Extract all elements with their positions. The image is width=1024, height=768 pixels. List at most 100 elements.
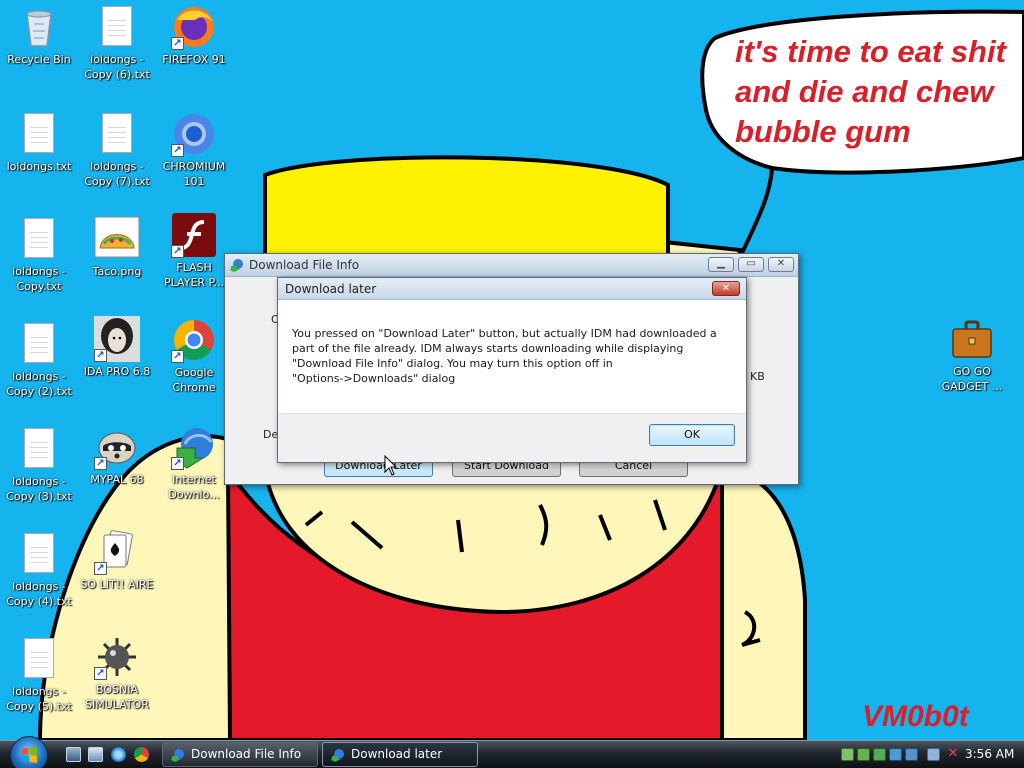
tray-network-icon[interactable] (841, 748, 854, 761)
text-file-icon (16, 636, 62, 682)
text-file-icon (16, 531, 62, 577)
text-file-icon (94, 111, 140, 157)
desktop-icon-label: Recycle Bin (7, 53, 71, 66)
desktop-icon-label: loldongs - Copy.txt (12, 265, 66, 293)
desktop-icon-go-go-gadget[interactable]: GO GO GADGET ... (933, 316, 1011, 394)
desktop-icon-solitaire[interactable]: ↗ SO LIT!! AIRE (78, 529, 156, 592)
character-yellow-hat (263, 155, 670, 257)
taskbar-item-label: Download later (351, 747, 443, 761)
dialog-message-line: "Options->Downloads" dialog (292, 372, 456, 385)
close-button[interactable]: ✕ (768, 257, 794, 272)
desktop-icon-label: FIREFOX 91 (162, 53, 226, 66)
desktop-icon-label: loldongs - Copy (4).txt (6, 580, 72, 608)
desktop-icon-label: loldongs - Copy (5).txt (6, 685, 72, 713)
desktop-icon-label: BOSNIA SIMULATOR (85, 683, 149, 711)
desktop-icon-loldongs-copy-5[interactable]: loldongs - Copy (5).txt (0, 636, 78, 714)
desktop-icon-loldongs-copy-6[interactable]: loldongs - Copy (6).txt (78, 4, 156, 82)
minesweeper-mine-icon: ↗ (94, 634, 140, 680)
text-file-icon (16, 216, 62, 262)
tray-monitor-icon[interactable] (905, 748, 918, 761)
speech-bubble-line-2: and die and chew (735, 74, 994, 109)
desktop-icon-flash-player[interactable]: ↗ FLASH PLAYER P... (155, 212, 233, 290)
tray-idm-icon[interactable] (857, 748, 870, 761)
recycle-bin-icon (16, 4, 62, 50)
desktop-icon-firefox[interactable]: ↗ FIREFOX 91 (155, 4, 233, 67)
dialog-message-line: You pressed on "Download Later" button, … (292, 327, 717, 340)
desktop-icon-internet-download-manager[interactable]: ↗ Internet Downlo... (155, 424, 233, 502)
dialog-message-line: part of the file already. IDM always sta… (292, 342, 684, 355)
desktop-icon-label: CHROMIUM 101 (162, 160, 226, 188)
idm-icon: ↗ (169, 424, 217, 470)
desktop-icon-chromium[interactable]: ↗ CHROMIUM 101 (155, 111, 233, 189)
desktop-icon-label: Internet Downlo... (168, 473, 220, 501)
idm-icon (171, 749, 184, 762)
desktop-icon-bosnia-simulator[interactable]: ↗ BOSNIA SIMULATOR (78, 634, 156, 712)
chrome-icon: ↗ (171, 317, 217, 363)
solitaire-cards-icon: ↗ (94, 529, 140, 575)
desktop-icon-loldongs-txt[interactable]: loldongs.txt (0, 111, 78, 174)
download-later-dialog[interactable]: Download later ✕ You pressed on "Downloa… (277, 277, 747, 463)
text-file-icon (16, 321, 62, 367)
desktop-icon-loldongs-copy-4[interactable]: loldongs - Copy (4).txt (0, 531, 78, 609)
desktop-icon-label: SO LIT!! AIRE (80, 578, 154, 591)
desktop-icon-recycle-bin[interactable]: Recycle Bin (0, 4, 78, 67)
ida-pro-icon: ↗ (94, 316, 140, 362)
mypal-raccoon-icon: ↗ (94, 424, 140, 470)
desktop-icon-label: FLASH PLAYER P... (164, 261, 224, 289)
taskbar-item-download-later[interactable]: Download later (322, 742, 478, 767)
desktop-icon-label: loldongs - Copy (2).txt (6, 370, 72, 398)
taskbar-clock[interactable]: 3:56 AM (965, 747, 1014, 761)
file-size-unit: KB (750, 370, 765, 383)
chrome-quicklaunch-icon[interactable] (134, 747, 149, 762)
speech-bubble-line-1: it's time to eat shit (735, 34, 1006, 69)
desktop-icon-mypal[interactable]: ↗ MYPAL 68 (78, 424, 156, 487)
windows-logo-icon (22, 747, 37, 763)
taskbar: Download File Info Download later ✕ 3:56… (0, 736, 1024, 768)
desktop-icon-label: Google Chrome (172, 366, 216, 394)
maximize-button[interactable]: ▭ (738, 257, 764, 272)
window-title: Download File Info (249, 258, 360, 272)
desktop-icon-label: loldongs - Copy (6).txt (84, 53, 150, 81)
switch-windows-icon[interactable] (88, 747, 103, 762)
idm-icon (331, 749, 344, 762)
dialog-titlebar[interactable]: Download later ✕ (278, 278, 746, 300)
taco-image-icon (94, 216, 140, 262)
start-button[interactable] (10, 736, 48, 768)
dialog-close-button[interactable]: ✕ (712, 281, 740, 296)
text-file-icon (16, 111, 62, 157)
flash-player-icon: ↗ (171, 212, 217, 258)
ok-button[interactable]: OK (649, 424, 735, 446)
desktop-icon-loldongs-copy-3[interactable]: loldongs - Copy (3).txt (0, 426, 78, 504)
dialog-message: You pressed on "Download Later" button, … (292, 326, 736, 386)
taskbar-item-label: Download File Info (191, 747, 302, 761)
desktop-icon-label: Taco.png (92, 265, 142, 278)
download-file-info-titlebar[interactable]: Download File Info ▁ ▭ ✕ (225, 254, 798, 277)
minimize-button[interactable]: ▁ (708, 257, 734, 272)
tray-app-icon[interactable] (873, 748, 886, 761)
desktop-icon-loldongs-copy-7[interactable]: loldongs - Copy (7).txt (78, 111, 156, 189)
desktop-icon-label: loldongs - Copy (3).txt (6, 475, 72, 503)
text-file-icon (94, 4, 140, 50)
tray-display-icon[interactable] (927, 748, 940, 761)
text-file-icon (16, 426, 62, 472)
idm-icon (230, 259, 243, 272)
desktop-icon-label: MYPAL 68 (90, 473, 144, 486)
internet-explorer-icon[interactable] (111, 747, 126, 762)
desktop-icon-taco-png[interactable]: Taco.png (78, 216, 156, 279)
mouse-cursor-icon (384, 455, 398, 476)
show-desktop-icon[interactable] (66, 747, 81, 762)
desktop-icon-loldongs-copy[interactable]: loldongs - Copy.txt (0, 216, 78, 294)
chromium-icon: ↗ (171, 111, 217, 157)
desktop-icon-label: GO GO GADGET ... (941, 365, 1003, 393)
tray-security-icon[interactable] (889, 748, 902, 761)
speech-bubble-line-3: bubble gum (735, 114, 911, 149)
desktop-icon-google-chrome[interactable]: ↗ Google Chrome (155, 317, 233, 395)
desktop-icon-label: loldongs.txt (6, 160, 72, 173)
desktop-icon-loldongs-copy-2[interactable]: loldongs - Copy (2).txt (0, 321, 78, 399)
desktop-icon-ida-pro[interactable]: ↗ IDA PRO 6.8 (78, 316, 156, 379)
speaker-muted-icon[interactable]: ✕ (945, 746, 961, 762)
taskbar-item-download-file-info[interactable]: Download File Info (162, 742, 318, 767)
briefcase-icon (949, 316, 995, 362)
desktop-icon-label: IDA PRO 6.8 (83, 365, 151, 378)
desktop-icon-label: loldongs - Copy (7).txt (84, 160, 150, 188)
